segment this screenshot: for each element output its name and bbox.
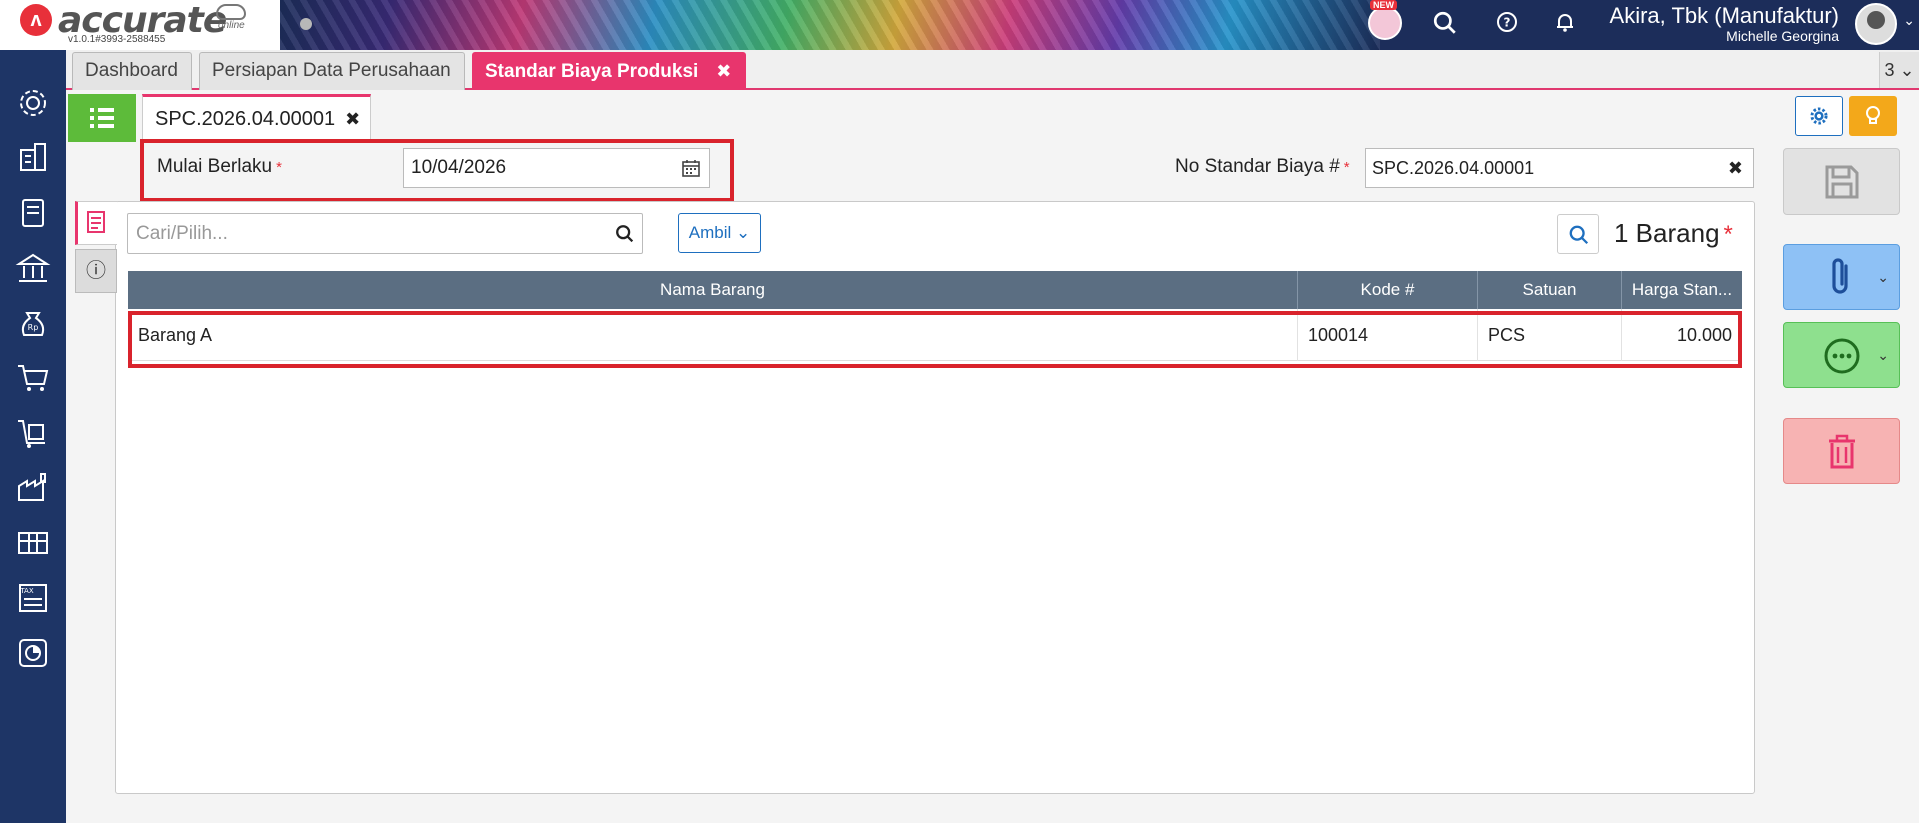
logo[interactable]: ʌ accurate online v1.0.1#3993-2588455 (0, 0, 280, 50)
tab-standar-biaya-produksi[interactable]: Standar Biaya Produksi ✖ (472, 52, 746, 90)
gear-icon[interactable] (15, 85, 51, 121)
app-header: ʌ accurate online v1.0.1#3993-2588455 NE… (0, 0, 1919, 50)
delivery-cart-icon[interactable] (15, 415, 51, 451)
list-view-button[interactable] (68, 94, 136, 142)
highlight-box (128, 311, 1742, 368)
building-icon[interactable] (15, 140, 51, 176)
close-icon[interactable]: ✖ (716, 61, 731, 81)
tax-icon[interactable]: TAX (15, 580, 51, 616)
tab-dashboard[interactable]: Dashboard (72, 52, 192, 90)
delete-button[interactable] (1783, 418, 1900, 484)
warehouse-icon[interactable] (15, 525, 51, 561)
no-standar-biaya-label: No Standar Biaya # * (1175, 156, 1350, 177)
company-name[interactable]: Akira, Tbk (Manufaktur) (1610, 3, 1839, 29)
search-column-button[interactable] (1557, 214, 1599, 254)
version-text: v1.0.1#3993-2588455 (68, 34, 166, 45)
chevron-down-icon[interactable]: ⌄ (1903, 12, 1915, 29)
search-icon[interactable] (1430, 10, 1460, 40)
more-icon (1824, 338, 1860, 374)
accurate-logo-icon: ʌ (20, 4, 52, 36)
chevron-down-icon: ⌄ (1877, 347, 1889, 363)
book-icon[interactable] (15, 195, 51, 231)
cloud-icon (216, 4, 246, 20)
clear-icon[interactable]: ✖ (1728, 149, 1743, 187)
svg-text:Rp: Rp (28, 323, 39, 332)
close-icon[interactable]: ✖ (345, 109, 360, 129)
item-count-label: 1 Barang * (1614, 218, 1733, 248)
tab-bar: Dashboard Persiapan Data Perusahaan Stan… (66, 50, 1919, 90)
highlight-box (140, 139, 734, 202)
column-satuan[interactable]: Satuan (1478, 271, 1622, 309)
cart-icon[interactable] (15, 360, 51, 396)
settings-button[interactable] (1795, 96, 1843, 136)
new-badge: NEW (1370, 0, 1397, 10)
search-icon[interactable] (614, 223, 636, 245)
more-actions-button[interactable]: ⌄ (1783, 322, 1900, 388)
whats-new-button[interactable] (1368, 6, 1402, 40)
info-icon[interactable]: ⓘ (75, 249, 117, 293)
help-icon[interactable]: ? (1492, 10, 1522, 40)
trash-icon (1829, 434, 1855, 469)
factory-icon[interactable] (15, 470, 51, 506)
chevron-down-icon: ⌄ (731, 223, 751, 242)
search-icon (1569, 225, 1589, 245)
bell-icon[interactable] (1550, 10, 1580, 40)
chevron-down-icon: ⌄ (1877, 269, 1889, 285)
bank-icon[interactable] (15, 250, 51, 286)
svg-text:TAX: TAX (19, 587, 34, 595)
column-nama-barang[interactable]: Nama Barang (128, 271, 1298, 309)
money-bag-icon[interactable]: Rp (15, 305, 51, 341)
report-chart-icon[interactable] (15, 635, 51, 671)
item-search-input[interactable]: Cari/Pilih... (127, 213, 643, 254)
column-harga-standar[interactable]: Harga Stan... (1622, 271, 1742, 309)
avatar[interactable] (1855, 3, 1897, 45)
tab-detail-items[interactable] (75, 201, 117, 245)
ambil-button[interactable]: Ambil ⌄ (678, 213, 761, 253)
save-icon (1825, 165, 1859, 199)
sidebar: Rp TAX (0, 50, 66, 823)
table-header: Nama Barang Kode # Satuan Harga Stan... (128, 271, 1742, 309)
svg-text:?: ? (1504, 16, 1511, 30)
tab-persiapan-data-perusahaan[interactable]: Persiapan Data Perusahaan (199, 52, 465, 90)
status-dot (300, 18, 312, 30)
column-kode[interactable]: Kode # (1298, 271, 1478, 309)
document-tab[interactable]: SPC.2026.04.00001 ✖ (142, 94, 371, 142)
save-button[interactable] (1783, 148, 1900, 215)
user-name[interactable]: Michelle Georgina (1726, 28, 1839, 44)
paperclip-icon (1832, 258, 1848, 294)
bulb-icon[interactable] (1849, 96, 1897, 136)
attachment-button[interactable]: ⌄ (1783, 244, 1900, 310)
tab-count-dropdown[interactable]: 3 ⌄ (1879, 52, 1919, 88)
no-standar-biaya-field[interactable]: SPC.2026.04.00001 ✖ (1365, 148, 1754, 188)
